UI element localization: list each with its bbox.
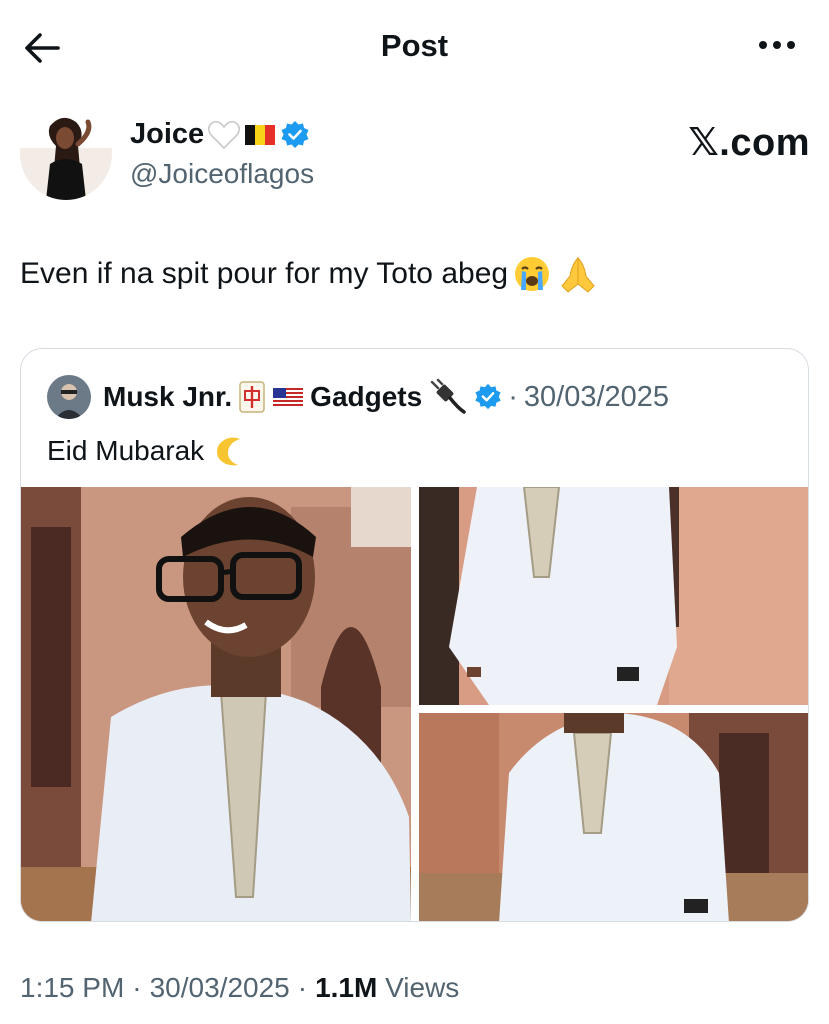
meta-separator: · <box>297 972 308 1003</box>
quoted-author-avatar[interactable] <box>47 375 91 419</box>
quoted-post-card[interactable]: Musk Jnr. Gadgets · 30/03/2025 Eid Mubar… <box>20 348 809 922</box>
author-handle[interactable]: @Joiceoflagos <box>130 158 314 190</box>
post-text-content: Even if na spit pour for my Toto abeg <box>20 257 509 290</box>
top-bar: Post <box>0 0 829 92</box>
quoted-separator: · <box>508 380 518 413</box>
folded-hands-icon <box>561 256 595 293</box>
views[interactable]: 1.1M Views <box>315 972 459 1004</box>
more-options-button[interactable] <box>755 30 799 60</box>
post-time[interactable]: 1:15 PM <box>20 972 124 1004</box>
more-horizontal-icon <box>759 41 795 49</box>
meta-separator: · <box>132 972 142 1003</box>
white-heart-icon <box>208 120 241 149</box>
views-count: 1.1M <box>315 972 378 1003</box>
post-date[interactable]: 30/03/2025 <box>150 972 290 1004</box>
post-meta: 1:15 PM · 30/03/2025 · 1.1M Views <box>20 972 459 1004</box>
quoted-display-name[interactable]: Musk Jnr. <box>103 381 232 413</box>
author-display-name[interactable]: Joice <box>130 118 204 151</box>
electric-plug-icon <box>431 378 466 414</box>
post-author: Joice @Joiceoflagos 𝕏.com <box>20 108 810 203</box>
verified-badge-icon <box>475 383 501 410</box>
views-label: Views <box>385 972 460 1003</box>
crescent-moon-icon <box>217 437 241 466</box>
us-flag-icon <box>273 388 304 406</box>
mahjong-tile-icon <box>239 381 265 413</box>
quoted-text: Eid Mubarak <box>47 433 248 469</box>
page-title: Post <box>380 28 449 63</box>
author-name-row: Joice <box>130 118 310 151</box>
quoted-photo-3[interactable] <box>419 713 808 921</box>
crying-face-icon <box>515 257 550 291</box>
x-com-watermark: 𝕏.com <box>688 122 810 164</box>
belgium-flag-icon <box>245 124 276 145</box>
quoted-text-content: Eid Mubarak <box>47 435 205 466</box>
quoted-photo-2[interactable] <box>419 487 808 705</box>
quoted-date[interactable]: 30/03/2025 <box>524 381 669 414</box>
quoted-name-suffix[interactable]: Gadgets <box>310 381 422 413</box>
quoted-photo-1[interactable] <box>21 487 411 921</box>
post-text: Even if na spit pour for my Toto abeg <box>20 254 600 294</box>
author-avatar[interactable] <box>20 108 112 200</box>
quoted-post-header: Musk Jnr. Gadgets · 30/03/2025 <box>47 375 669 419</box>
verified-badge-icon <box>281 120 309 148</box>
